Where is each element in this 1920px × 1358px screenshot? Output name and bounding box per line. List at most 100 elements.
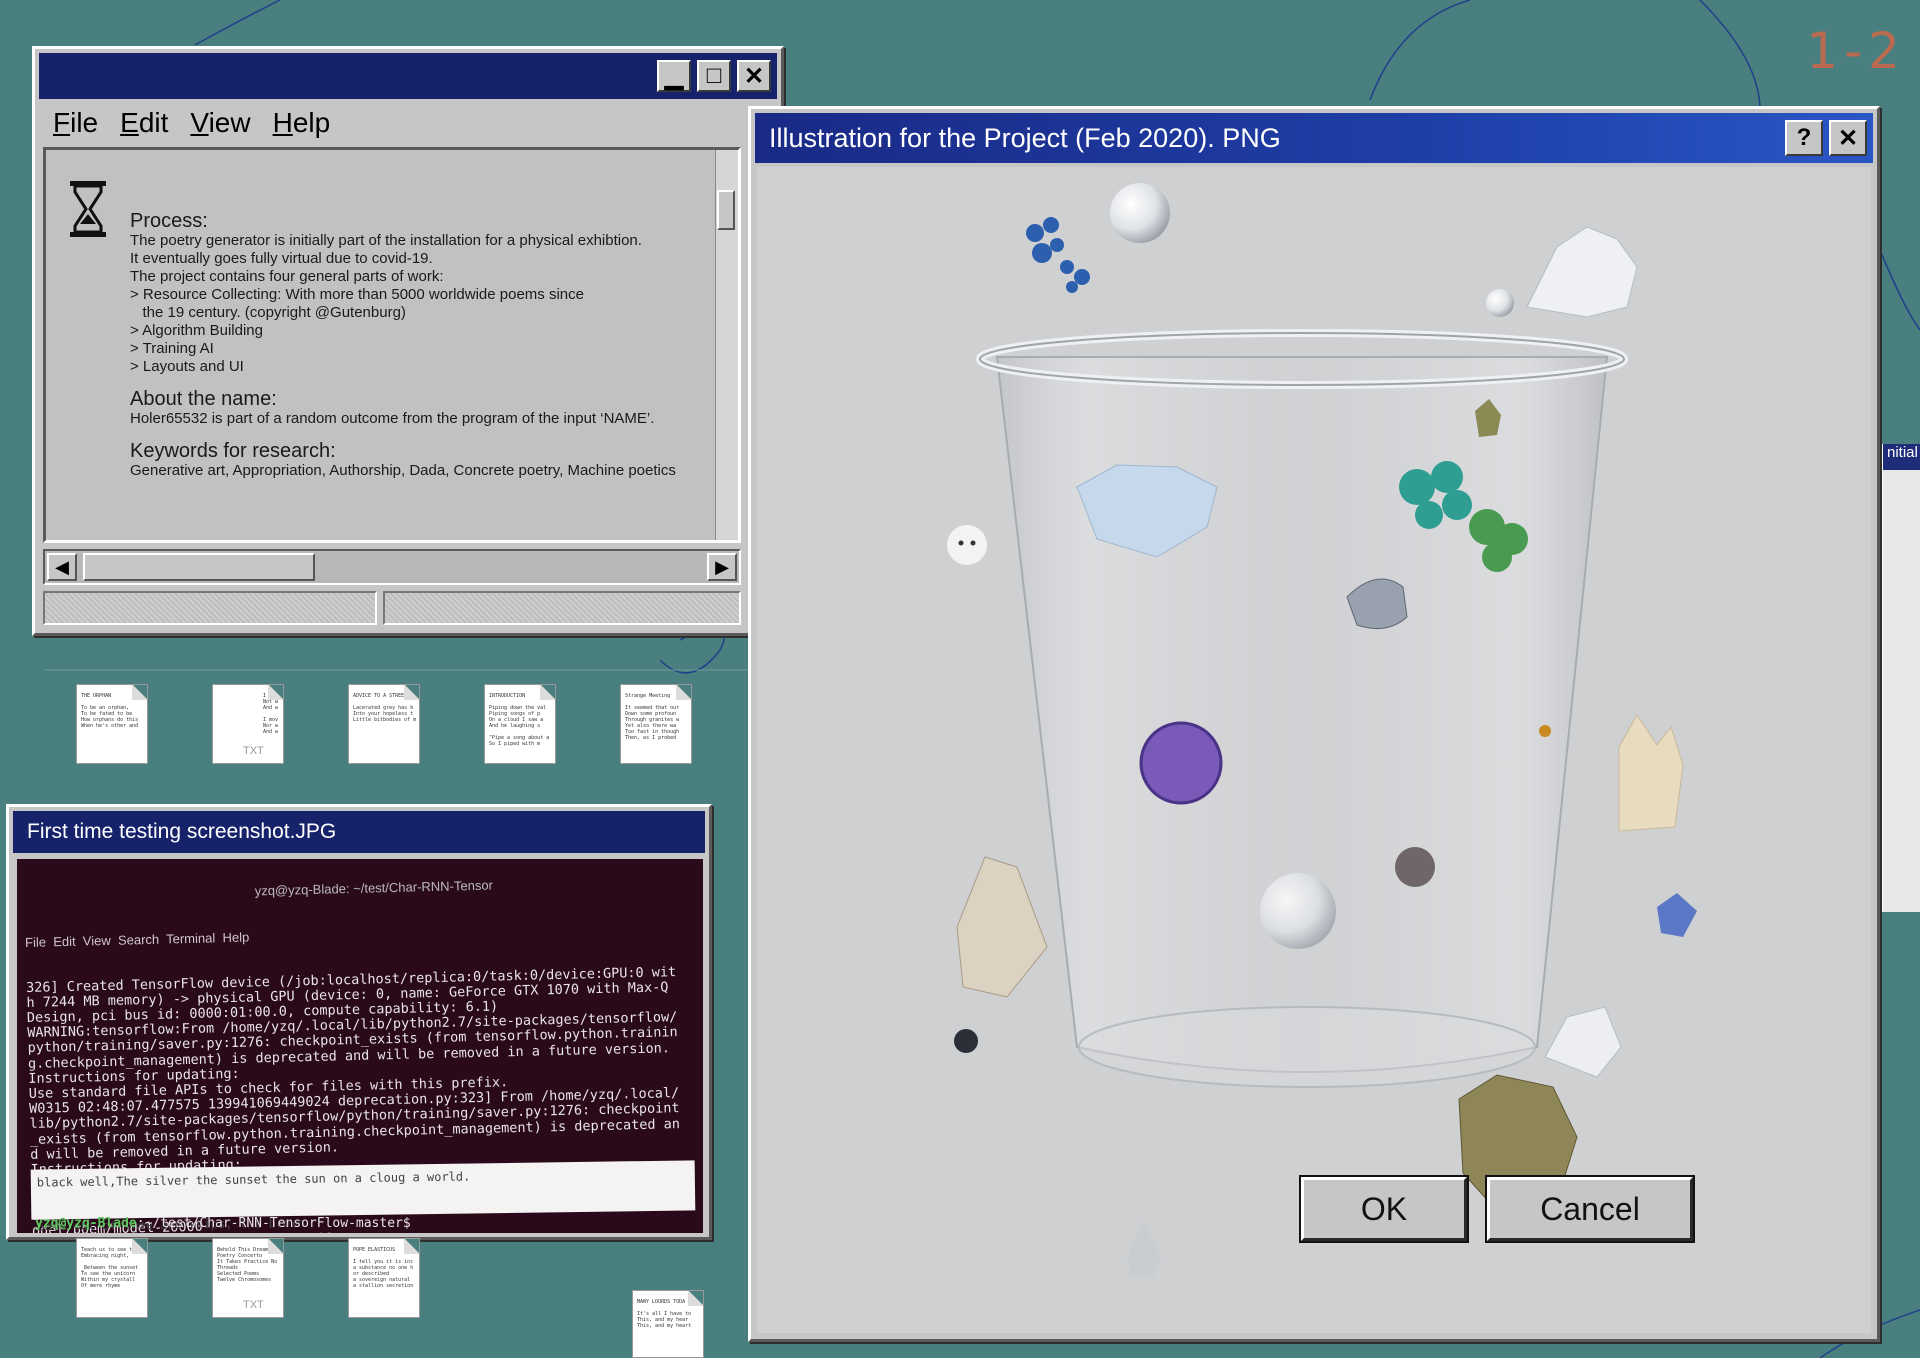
file-preview-text: THE ORPHAN To be an orphan, To be fated … — [81, 693, 139, 729]
file-preview-text: I mov Not w And w I mov Nor w And w — [263, 693, 279, 735]
illustration-titlebar[interactable]: Illustration for the Project (Feb 2020).… — [755, 113, 1873, 163]
glass-bubble — [1486, 289, 1514, 317]
maximize-icon: □ — [706, 62, 722, 89]
page-number: 1-2 — [1806, 22, 1906, 80]
prompt-path: :~/test/Char-RNN-TensorFlow-master$ — [136, 1216, 411, 1231]
desktop-file-icon[interactable]: Behold This Dreamer Poetry Concerto It T… — [212, 1238, 284, 1318]
illustration-dialog: Illustration for the Project (Feb 2020).… — [748, 106, 1880, 1342]
vertical-scroll-thumb[interactable] — [717, 190, 735, 230]
beige-plastic-bag — [1618, 714, 1684, 832]
desktop-file-icon[interactable]: Teach us to see the Embracing night, _Be… — [76, 1238, 148, 1318]
text-line: > Layouts and UI — [130, 358, 244, 375]
menu-help[interactable]: Help — [273, 107, 331, 139]
small-rock — [1395, 847, 1435, 887]
text-line: the 19 century. (copyright @Gutenburg) — [130, 304, 406, 321]
horizontal-scrollbar[interactable]: ◀ ▶ — [43, 549, 741, 585]
text-line: The project contains four general parts … — [130, 268, 444, 285]
file-preview-text: ADVICE TO A STREET-PAR Lacerated grey ha… — [353, 693, 420, 723]
cup-base — [1078, 1006, 1536, 1088]
purple-virus — [1139, 721, 1223, 805]
white-crystal — [1526, 226, 1638, 318]
window-title: First time testing screenshot.JPG — [27, 820, 337, 843]
desktop-file-icon[interactable]: ADVICE TO A STREET-PAR Lacerated grey ha… — [348, 684, 420, 764]
file-type-label: TXT — [243, 1299, 264, 1311]
section-heading-keywords: Keywords for research: — [130, 440, 336, 462]
project-info-titlebar[interactable]: ▁ □ ✕ — [39, 53, 777, 99]
glass-bubble — [1260, 873, 1336, 949]
help-icon: ? — [1796, 124, 1812, 151]
white-crystal-cluster — [1544, 1006, 1622, 1078]
terminal-caption: yzq@yzq-Blade: ~/test/Char-RNN-Tensor — [254, 877, 494, 899]
close-button[interactable]: ✕ — [1829, 120, 1867, 156]
file-type-label: TXT — [243, 745, 264, 757]
text-line: Holer65532 is part of a random outcome f… — [130, 410, 655, 427]
partial-window[interactable]: nitial I — [1880, 444, 1920, 912]
white-face-ball — [947, 525, 987, 565]
file-preview-text: POPE ELASTICUS I tell you it is inc a su… — [353, 1247, 414, 1289]
terminal-menu: File Edit View Search Terminal Help — [24, 929, 250, 950]
desktop-file-icon[interactable]: THE ORPHAN To be an orphan, To be fated … — [76, 684, 148, 764]
scroll-left-button[interactable]: ◀ — [47, 553, 77, 581]
close-button[interactable]: ✕ — [737, 60, 771, 92]
text-line: It eventually goes fully virtual due to … — [130, 250, 433, 267]
menu-file[interactable]: File — [53, 107, 98, 139]
prompt-user: yzq@yzq-Blade — [35, 1216, 137, 1231]
desktop-file-icon[interactable]: Strange Meeting It seemed that our Down … — [620, 684, 692, 764]
text-line: > Algorithm Building — [130, 322, 263, 339]
text-line: The poetry generator is initially part o… — [130, 232, 642, 249]
glass-bubble — [1110, 183, 1170, 243]
content-pane: Process: The poetry generator is initial… — [43, 147, 741, 543]
maximize-button[interactable]: □ — [697, 60, 731, 92]
text-line: Generative art, Appropriation, Authorshi… — [130, 462, 676, 479]
minimize-icon: ▁ — [664, 62, 684, 90]
file-preview-text: INTRODUCTION Piping down the val Piping … — [489, 693, 550, 747]
black-sphere — [954, 1029, 978, 1053]
file-preview-text: Teach us to see the Embracing night, _Be… — [81, 1247, 139, 1289]
illustration-image: OK Cancel — [757, 167, 1871, 1333]
ok-button[interactable]: OK — [1299, 1175, 1469, 1243]
cancel-button[interactable]: Cancel — [1485, 1175, 1695, 1243]
cup-illustration — [947, 183, 1697, 1277]
desktop-file-icon[interactable]: I mov Not w And w I mov Nor w And w TXT — [212, 684, 284, 764]
project-description: Process: The poetry generator is initial… — [130, 210, 726, 480]
desktop-file-icon[interactable]: MANY LOURDS TODA It's all I have to This… — [632, 1290, 704, 1358]
menu-edit[interactable]: Edit — [120, 107, 168, 139]
file-preview-text: Behold This Dreamer Poetry Concerto It T… — [217, 1247, 278, 1283]
screenshot-titlebar[interactable]: First time testing screenshot.JPG — [13, 811, 705, 853]
status-bar — [43, 591, 741, 629]
dialog-title: Illustration for the Project (Feb 2020).… — [769, 122, 1281, 153]
quartz-crystal — [956, 856, 1048, 998]
project-info-window: ▁ □ ✕ File Edit View Help Process: The p… — [32, 46, 784, 636]
small-quartz — [1127, 1221, 1161, 1277]
blue-molecule — [1026, 217, 1090, 293]
scroll-right-button[interactable]: ▶ — [707, 553, 737, 581]
close-icon: ✕ — [743, 62, 765, 90]
minimize-button[interactable]: ▁ — [657, 60, 691, 92]
hourglass-icon — [70, 181, 106, 237]
section-heading-name: About the name: — [130, 388, 277, 410]
cup-body — [995, 356, 1609, 1073]
file-preview-text: MANY LOURDS TODA It's all I have to This… — [637, 1299, 692, 1329]
close-icon: ✕ — [1837, 124, 1859, 152]
section-heading-process: Process: — [130, 210, 208, 232]
desktop-file-icon[interactable]: POPE ELASTICUS I tell you it is inc a su… — [348, 1238, 420, 1318]
menu-view[interactable]: View — [190, 107, 250, 139]
help-button[interactable]: ? — [1785, 120, 1823, 156]
generated-poem-output: black well,The silver the sunset the sun… — [30, 1160, 696, 1233]
blue-small-crystal — [1657, 893, 1697, 937]
status-panel — [383, 591, 741, 625]
arrow-right-icon: ▶ — [715, 557, 729, 577]
terminal-prompt: yzq@yzq-Blade:~/test/Char-RNN-TensorFlow… — [35, 1216, 411, 1231]
terminal-screenshot: yzq@yzq-Blade: ~/test/Char-RNN-Tensor Fi… — [17, 859, 703, 1233]
desktop-file-icon[interactable]: INTRODUCTION Piping down the val Piping … — [484, 684, 556, 764]
screenshot-window: First time testing screenshot.JPG yzq@yz… — [6, 804, 712, 1240]
horizontal-scroll-thumb[interactable] — [83, 553, 315, 581]
arrow-left-icon: ◀ — [55, 557, 69, 577]
text-line: > Training AI — [130, 340, 214, 357]
vertical-scrollbar[interactable] — [715, 150, 738, 540]
partial-window-title: nitial I — [1883, 444, 1920, 470]
file-preview-text: Strange Meeting It seemed that our Down … — [625, 693, 680, 741]
text-line: > Resource Collecting: With more than 50… — [130, 286, 584, 303]
amber-bead — [1539, 725, 1551, 737]
menu-bar: File Edit View Help — [53, 107, 330, 139]
